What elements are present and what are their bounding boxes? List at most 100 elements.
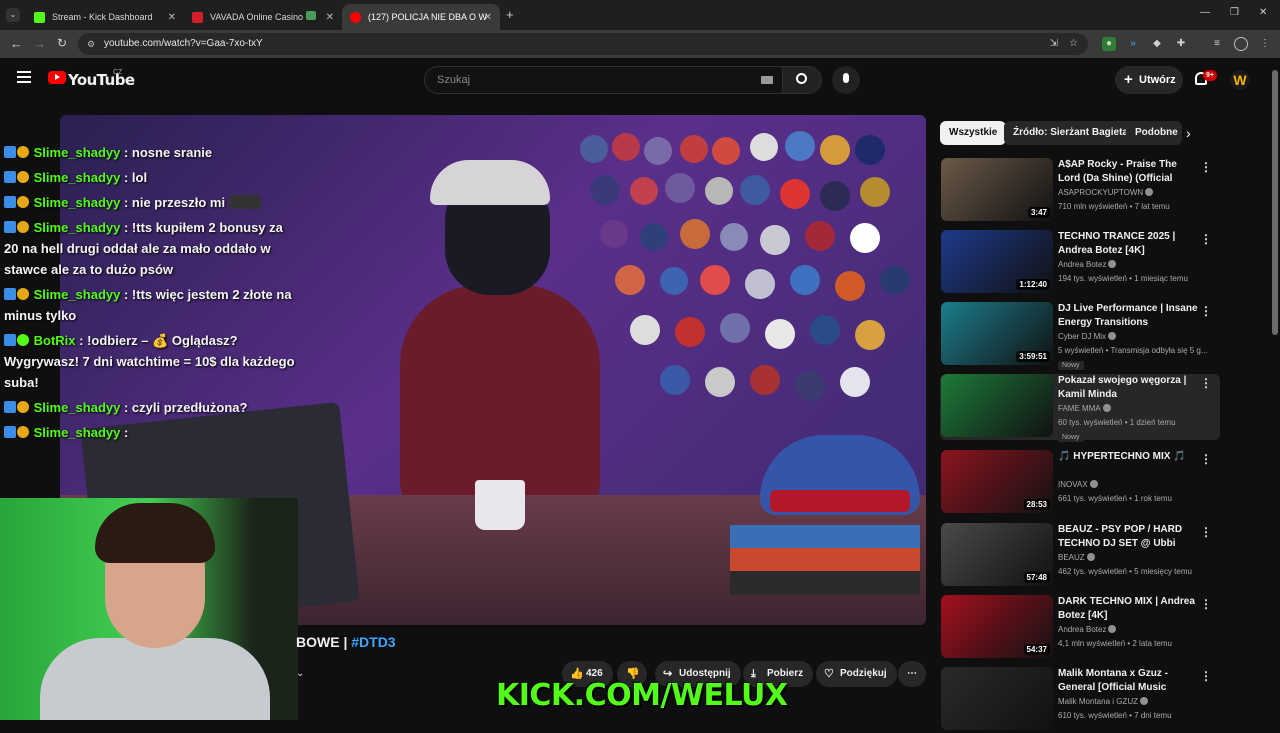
video-thumbnail[interactable] (941, 374, 1053, 437)
mic-icon (843, 73, 849, 83)
recommended-video[interactable]: 3:47 A$AP Rocky - Praise The Lord (Da Shi… (940, 158, 1220, 224)
recommended-video[interactable]: 1:12:40 TECHNO TRANCE 2025 | Andrea Botez… (940, 230, 1220, 296)
video-thumbnail[interactable] (941, 667, 1053, 730)
video-title[interactable]: Pokazał swojego węgorza | Kamil Minda (1058, 374, 1198, 402)
recommended-video[interactable]: 3:59:51 DJ Live Performance | Insane Ener… (940, 302, 1220, 370)
account-avatar[interactable]: W (1230, 70, 1250, 90)
video-thumbnail[interactable]: 1:12:40 (941, 230, 1053, 293)
more-vert-icon[interactable]: ⋮ (1200, 669, 1212, 683)
bot-badge-icon (17, 334, 29, 346)
recommended-video[interactable]: 57:48 BEAUZ - PSY POP / HARD TECHNO DJ SE… (940, 523, 1220, 589)
site-info-icon[interactable]: ⚙ (87, 33, 95, 55)
subscriber-badge-icon (4, 221, 16, 233)
menu-kebab-icon[interactable]: ⋮ (1258, 37, 1272, 51)
more-vert-icon[interactable]: ⋮ (1200, 232, 1212, 246)
install-app-icon[interactable]: ⇲ (1050, 33, 1058, 55)
video-thumbnail[interactable]: 57:48 (941, 523, 1053, 586)
scrollbar[interactable] (1272, 70, 1278, 335)
tab-title: (127) POLICJA NIE DBA O W (368, 12, 488, 22)
back-icon[interactable]: ← (10, 36, 23, 51)
bookmark-star-icon[interactable]: ☆ (1069, 33, 1078, 55)
channel-name-text: Malik Montana i GZUZ (1058, 697, 1139, 706)
youtube-logo-icon[interactable] (48, 71, 66, 84)
more-vert-icon[interactable]: ⋮ (1200, 452, 1212, 466)
channel-name[interactable]: Malik Montana i GZUZ (1058, 697, 1149, 706)
warning-badge-icon (17, 221, 29, 233)
close-icon[interactable]: ✕ (168, 12, 176, 23)
video-title[interactable]: BEAUZ - PSY POP / HARD TECHNO DJ SET @ U… (1058, 523, 1198, 551)
extensions-puzzle-icon[interactable]: ✚ (1174, 37, 1188, 51)
kick-icon (34, 11, 45, 23)
extension-audio-icon[interactable]: » (1126, 37, 1140, 51)
channel-name[interactable]: BEAUZ (1058, 553, 1095, 562)
video-hashtag[interactable]: #DTD3 (351, 634, 395, 650)
reload-icon[interactable]: ↻ (57, 36, 67, 50)
close-icon[interactable]: ✕ (484, 12, 492, 23)
search-button[interactable] (782, 66, 822, 94)
streamer-hair (95, 503, 215, 563)
maximize-icon[interactable]: ❐ (1230, 7, 1239, 18)
close-icon[interactable]: ✕ (326, 12, 334, 23)
video-thumbnail[interactable]: 54:37 (941, 595, 1053, 658)
profile-icon[interactable] (1234, 37, 1248, 51)
channel-name[interactable]: Cyber DJ Mix (1058, 332, 1117, 341)
tab-search-icon[interactable]: ⌄ (6, 8, 20, 22)
extension-shield-icon[interactable]: ◆ (1150, 37, 1164, 51)
create-button[interactable]: + Utwórz (1115, 66, 1183, 94)
media-controls-icon[interactable]: ≡ (1210, 37, 1224, 51)
video-title[interactable]: 🎵 HYPERTECHNO MIX 🎵 (1058, 450, 1198, 464)
subscriber-badge-icon (4, 288, 16, 300)
channel-name[interactable]: ASAPROCKYUPTOWN (1058, 188, 1154, 197)
video-thumbnail[interactable]: 28:53 (941, 450, 1053, 513)
hamburger-menu-icon[interactable] (17, 71, 31, 83)
channel-name[interactable]: Andrea Botez (1058, 625, 1117, 634)
video-title[interactable]: A$AP Rocky - Praise The Lord (Da Shine) … (1058, 158, 1198, 186)
channel-name[interactable]: FAME MMA (1058, 404, 1111, 413)
tab-kick-dashboard[interactable]: Stream - Kick Dashboard ✕ (26, 4, 184, 30)
recommended-video[interactable]: 54:37 DARK TECHNO MIX | Andrea Botez [4K]… (940, 595, 1220, 661)
chip-all[interactable]: Wszystkie (940, 121, 1007, 145)
thanks-button[interactable]: ♡ Podziękuj (816, 661, 897, 687)
more-actions-button[interactable]: ⋯ (898, 661, 926, 687)
address-bar[interactable]: ⚙ youtube.com/watch?v=Gaa-7xo-txY ⇲ ☆ (78, 33, 1088, 55)
notification-count-badge: 9+ (1203, 70, 1217, 81)
video-title[interactable]: DARK TECHNO MIX | Andrea Botez [4K] (1058, 595, 1198, 623)
recommended-video[interactable]: Malik Montana x Gzuz - General [Official… (940, 667, 1220, 733)
tab-vavada[interactable]: VAVADA Online Casino ✕ (184, 4, 342, 30)
search-icon (796, 73, 807, 84)
more-vert-icon[interactable]: ⋮ (1200, 597, 1212, 611)
more-vert-icon[interactable]: ⋮ (1200, 304, 1212, 318)
channel-name[interactable]: INOVAX (1058, 480, 1098, 489)
video-thumbnail[interactable]: 3:59:51 (941, 302, 1053, 365)
verified-icon (1102, 404, 1111, 412)
video-title[interactable]: DJ Live Performance | Insane Energy Tran… (1058, 302, 1198, 330)
extension-vpn-icon[interactable]: ● (1102, 37, 1116, 51)
youtube-logo-text[interactable]: YouTube (68, 71, 135, 89)
more-vert-icon[interactable]: ⋮ (1200, 160, 1212, 174)
warning-badge-icon (17, 196, 29, 208)
recommended-video[interactable]: 28:53 🎵 HYPERTECHNO MIX 🎵 INOVAX 661 tys. w… (940, 450, 1220, 516)
more-vert-icon[interactable]: ⋮ (1200, 525, 1212, 539)
chat-username: Slime_shadyy (33, 220, 121, 235)
new-badge: Nowy (1058, 361, 1084, 370)
forward-icon[interactable]: → (33, 36, 46, 51)
voice-search-button[interactable] (832, 66, 860, 94)
new-tab-icon[interactable]: + (506, 7, 514, 22)
chip-similar[interactable]: Podobne (1126, 121, 1182, 145)
tab-youtube[interactable]: (127) POLICJA NIE DBA O W ✕ (342, 4, 500, 30)
window-close-icon[interactable]: ✕ (1259, 7, 1267, 18)
chip-source[interactable]: Źródło: Sierżant Bagieta (1004, 121, 1138, 145)
search-input[interactable]: Szukaj (424, 66, 784, 94)
more-vert-icon[interactable]: ⋮ (1200, 376, 1212, 390)
video-thumbnail[interactable]: 3:47 (941, 158, 1053, 221)
video-meta: 4,1 mln wyświetleń • 2 lata temu (1058, 639, 1172, 648)
verified-icon (1108, 625, 1117, 633)
recommended-video[interactable]: Pokazał swojego węgorza | Kamil Minda FAM… (940, 374, 1220, 442)
chevron-right-icon[interactable]: › (1186, 125, 1191, 141)
channel-name[interactable]: Andrea Botez (1058, 260, 1117, 269)
chevron-down-icon[interactable]: ⌄ (296, 668, 304, 679)
keyboard-icon[interactable] (761, 76, 773, 84)
video-title[interactable]: Malik Montana x Gzuz - General [Official… (1058, 667, 1198, 695)
video-title[interactable]: TECHNO TRANCE 2025 | Andrea Botez [4K] (1058, 230, 1198, 258)
minimize-icon[interactable]: — (1200, 7, 1210, 18)
